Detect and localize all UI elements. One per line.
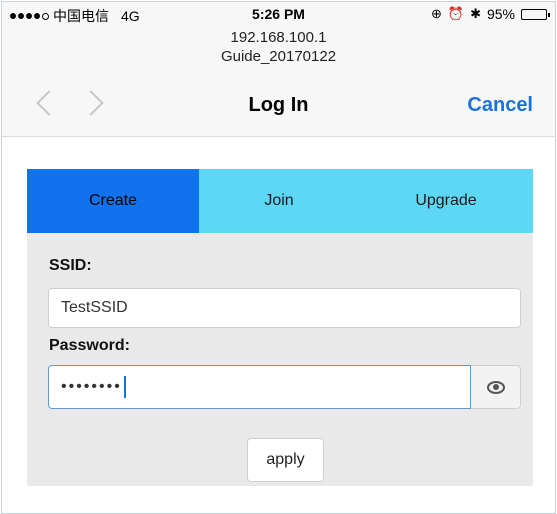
ssid-input[interactable]: TestSSID	[48, 288, 521, 328]
rotation-lock-icon: ⊕	[430, 6, 442, 21]
status-right: ⊕ ⏰ ✱ 95%	[430, 6, 550, 22]
password-label: Password:	[49, 337, 130, 354]
password-masked-value: ••••••••	[61, 378, 122, 395]
host-address: 192.168.100.1	[230, 29, 327, 46]
page-name: Guide_20170122	[220, 48, 337, 65]
app-frame: 中国电信 4G 5:26 PM ⊕ ⏰ ✱ 95% 192.168.100.1 …	[1, 1, 556, 514]
mode-tabs: Create Join Upgrade	[27, 169, 533, 233]
bluetooth-icon: ✱	[470, 6, 481, 21]
eye-icon	[486, 380, 505, 394]
status-bar: 中国电信 4G 5:26 PM ⊕ ⏰ ✱ 95%	[2, 2, 555, 24]
ssid-label: SSID:	[49, 257, 92, 274]
password-input[interactable]: ••••••••	[48, 365, 471, 409]
apply-button[interactable]: apply	[247, 438, 324, 482]
tab-create[interactable]: Create	[27, 169, 199, 233]
tab-join[interactable]: Join	[199, 169, 359, 233]
cancel-button[interactable]: Cancel	[467, 94, 533, 117]
create-form-panel: SSID: TestSSID Password: •••••••• apply	[27, 233, 533, 486]
tab-upgrade[interactable]: Upgrade	[359, 169, 533, 233]
battery-icon	[521, 8, 550, 20]
battery-percent: 95%	[486, 6, 515, 22]
browser-nav-bar: 192.168.100.1 Guide_20170122 Log In Canc…	[2, 24, 555, 137]
text-caret	[123, 376, 126, 398]
alarm-icon: ⏰	[447, 6, 465, 21]
page-host: 192.168.100.1 Guide_20170122	[2, 28, 555, 66]
show-password-button[interactable]	[471, 365, 521, 409]
